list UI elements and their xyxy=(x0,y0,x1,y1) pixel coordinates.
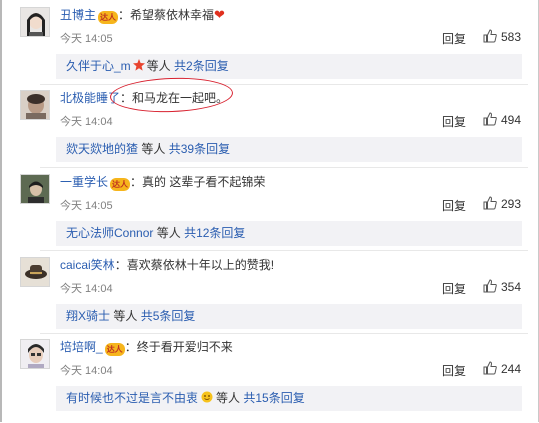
reply-summary: 久伴于心_m 等人 共2条回复 xyxy=(56,54,522,79)
reply-mid-text: 等人 xyxy=(156,226,181,240)
comment-text: ：喜欢蔡依林十年以上的赞我! xyxy=(114,258,275,272)
reply-user-link[interactable]: 翔X骑士 xyxy=(66,309,110,323)
reply-count-link[interactable]: 共15条回复 xyxy=(243,391,304,405)
divider xyxy=(40,167,528,168)
username-link[interactable]: caicai笑林 xyxy=(60,258,115,272)
reply-user-link[interactable]: 欻天欻地的猹 xyxy=(66,142,138,156)
reply-button[interactable]: 回复 xyxy=(442,280,466,297)
emoji-icon xyxy=(201,386,213,411)
thumbs-up-icon xyxy=(483,279,497,293)
comment-line: 培培啊_ 达人 ：终于看开爱归不来 xyxy=(60,340,233,356)
comment-text: ：终于看开爱归不来 xyxy=(124,340,233,354)
comment-item: 一重学长 达人 ：真的 这辈子看不起锦荣 今天 14:05 回复 293 无心法师C… xyxy=(20,174,528,258)
like-button[interactable]: 354 xyxy=(483,279,521,294)
comment-line: 丑博主 达人 ：希望蔡依林幸福❤ xyxy=(60,8,225,24)
comment-item: 丑博主 达人 ：希望蔡依林幸福❤ 今天 14:05 回复 583 久伴于心_m 等人 … xyxy=(20,7,528,91)
reply-button[interactable]: 回复 xyxy=(442,362,466,379)
vip-badge-icon: 达人 xyxy=(110,178,131,191)
comment-line: 一重学长 达人 ：真的 这辈子看不起锦荣 xyxy=(60,175,265,191)
heart-emoji-icon: ❤ xyxy=(214,7,225,22)
divider xyxy=(40,333,528,334)
comment-text: ：真的 这辈子看不起锦荣 xyxy=(130,175,266,189)
thumbs-up-icon xyxy=(483,29,497,43)
divider xyxy=(40,250,528,251)
username-link[interactable]: 丑博主 xyxy=(60,8,96,22)
reply-user-link[interactable]: 有时候也不过是言不由衷 xyxy=(66,391,198,405)
reply-mid-text: 等人 xyxy=(113,309,138,323)
reply-mid-text: 等人 xyxy=(141,142,166,156)
like-count: 293 xyxy=(501,197,522,211)
comment-text: ：希望蔡依林幸福 xyxy=(118,8,215,22)
comment-line: caicai笑林：喜欢蔡依林十年以上的赞我! xyxy=(60,258,274,272)
reply-count-link[interactable]: 共39条回复 xyxy=(169,142,230,156)
reply-button[interactable]: 回复 xyxy=(442,113,466,130)
thumbs-up-icon xyxy=(483,112,497,126)
divider xyxy=(40,84,528,85)
thumbs-up-icon xyxy=(483,196,497,210)
reply-count-link[interactable]: 共2条回复 xyxy=(174,59,229,73)
reply-mid-text: 等人 xyxy=(216,391,241,405)
avatar[interactable] xyxy=(20,174,50,204)
vip-badge-icon: 达人 xyxy=(104,343,125,356)
like-count: 244 xyxy=(501,362,522,376)
reply-mid-text: 等人 xyxy=(146,59,171,73)
red-badge-icon xyxy=(132,54,145,79)
like-count: 354 xyxy=(501,280,522,294)
reply-user-link[interactable]: 久伴于心_m xyxy=(66,59,131,73)
like-button[interactable]: 244 xyxy=(483,361,521,376)
comment-item: 培培啊_ 达人 ：终于看开爱归不来 今天 14:04 回复 244 有时候也不过是言… xyxy=(20,339,528,423)
avatar[interactable] xyxy=(20,257,50,287)
reply-button[interactable]: 回复 xyxy=(442,197,466,214)
reply-count-link[interactable]: 共12条回复 xyxy=(184,226,245,240)
reply-button[interactable]: 回复 xyxy=(442,30,466,47)
thumbs-up-icon xyxy=(483,361,497,375)
comment-time: 今天 14:05 xyxy=(60,33,113,45)
reply-summary: 翔X骑士 等人 共5条回复 xyxy=(56,304,522,329)
reply-summary: 无心法师Connor 等人 共12条回复 xyxy=(56,221,522,246)
username-link[interactable]: 一重学长 xyxy=(60,175,108,189)
username-link[interactable]: 培培啊_ xyxy=(60,340,103,354)
comment-item: 北极能睡了：和马龙在一起吧。 今天 14:04 回复 494 欻天欻地的猹 等人… xyxy=(20,90,528,174)
comment-time: 今天 14:05 xyxy=(60,200,113,212)
reply-user-link[interactable]: 无心法师Connor xyxy=(66,226,153,240)
like-button[interactable]: 583 xyxy=(483,29,521,44)
comment-item: caicai笑林：喜欢蔡依林十年以上的赞我! 今天 14:04 回复 354 翔… xyxy=(20,257,528,341)
like-button[interactable]: 494 xyxy=(483,112,521,127)
avatar[interactable] xyxy=(20,339,50,369)
comment-time: 今天 14:04 xyxy=(60,283,113,295)
comment-time: 今天 14:04 xyxy=(60,116,113,128)
reply-summary: 有时候也不过是言不由衷 等人 共15条回复 xyxy=(56,386,522,411)
like-count: 583 xyxy=(501,30,522,44)
vip-badge-icon: 达人 xyxy=(98,11,119,24)
avatar[interactable] xyxy=(20,7,50,37)
comment-time: 今天 14:04 xyxy=(60,365,113,377)
like-count: 494 xyxy=(501,113,522,127)
left-border xyxy=(0,0,2,422)
reply-summary: 欻天欻地的猹 等人 共39条回复 xyxy=(56,137,522,162)
reply-count-link[interactable]: 共5条回复 xyxy=(141,309,196,323)
avatar[interactable] xyxy=(20,90,50,120)
like-button[interactable]: 293 xyxy=(483,196,521,211)
